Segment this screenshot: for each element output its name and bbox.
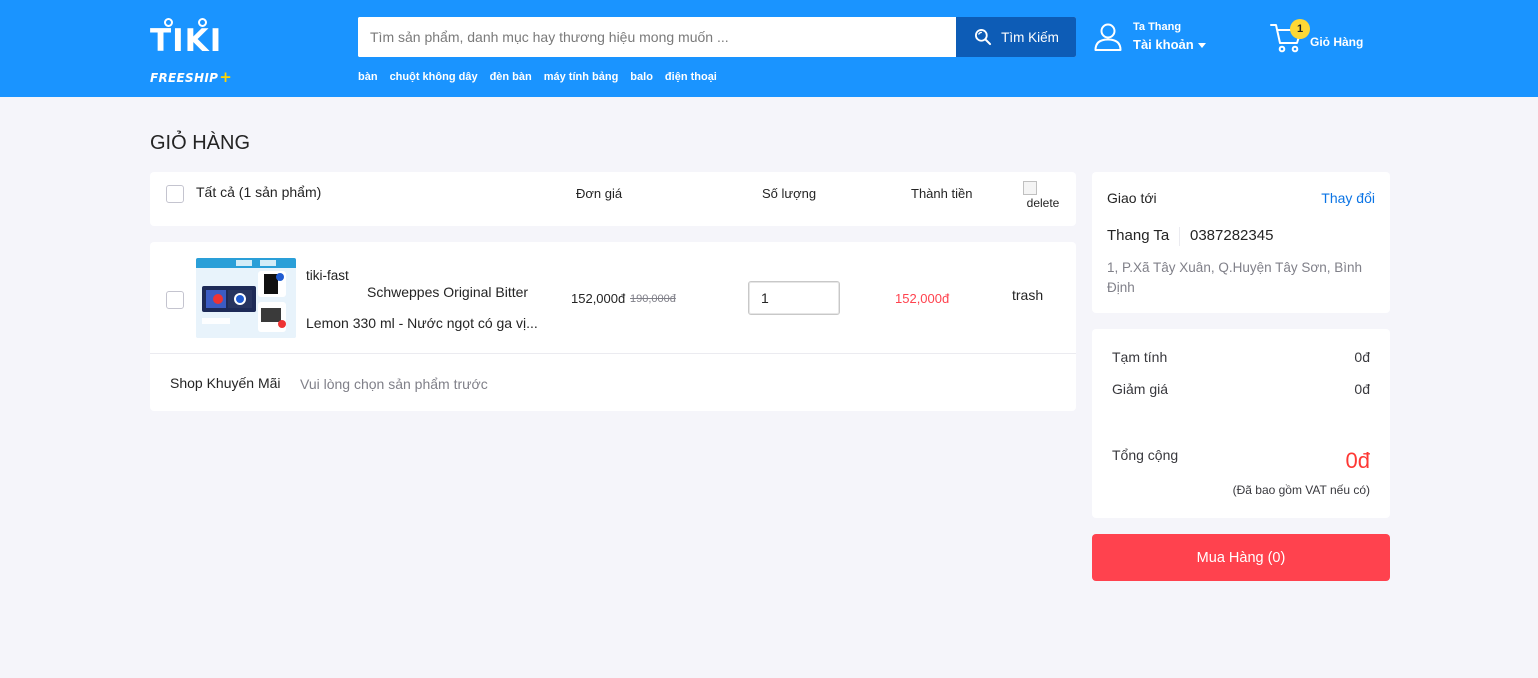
cart-button[interactable]: 1 Giỏ Hàng	[1270, 18, 1380, 58]
search-input[interactable]	[358, 17, 956, 57]
freeship-plus: +	[219, 68, 233, 86]
search-button[interactable]: Tìm Kiếm	[956, 17, 1076, 57]
discount-value: 0đ	[1354, 381, 1370, 397]
quick-link[interactable]: chuột không dây	[390, 71, 478, 83]
quick-link[interactable]: bàn	[358, 71, 378, 83]
product-image	[196, 258, 296, 338]
discount-label: Giảm giá	[1112, 381, 1169, 397]
account-menu[interactable]: Ta Thang Tài khoản	[1093, 18, 1223, 58]
logo-text: TIKI	[150, 23, 223, 59]
search-bar: Tìm Kiếm	[358, 17, 1076, 57]
shop-promotion-hint: Vui lòng chọn sản phẩm trước	[300, 376, 488, 392]
column-quantity: Số lượng	[762, 186, 817, 201]
quick-link[interactable]: balo	[630, 71, 653, 83]
quick-link[interactable]: đèn bàn	[490, 71, 532, 83]
cart-count-badge: 1	[1290, 19, 1310, 39]
shipping-title: Giao tới	[1107, 190, 1157, 206]
chevron-down-icon	[1197, 43, 1206, 49]
freeship-label: FREESHIP	[150, 71, 219, 85]
trash-icon[interactable]: trash	[1012, 287, 1043, 303]
recipient-phone: 0387282345	[1190, 227, 1274, 244]
broken-image-placeholder	[1023, 181, 1037, 195]
checkout-button[interactable]: Mua Hàng (0)	[1092, 534, 1390, 581]
page-title: GIỎ HÀNG	[150, 132, 251, 154]
change-address-link[interactable]: Thay đổi	[1321, 190, 1375, 206]
quick-link[interactable]: máy tính bảng	[544, 71, 619, 83]
subtotal-value: 0đ	[1354, 349, 1370, 365]
column-line-total: Thành tiền	[911, 186, 973, 201]
cart-item-row: tiki-fast Schweppes Original Bitter Lemo…	[150, 242, 1076, 354]
account-label-text: Tài khoản	[1133, 37, 1194, 52]
vat-note: (Đã bao gồm VAT nếu có)	[1232, 483, 1370, 497]
item-line-total: 152,000đ	[895, 291, 950, 306]
cart-item-card: tiki-fast Schweppes Original Bitter Lemo…	[150, 242, 1076, 411]
product-name-link[interactable]: Schweppes Original Bitter Lemon 330 ml -…	[306, 277, 544, 339]
shop-promotion-label: Shop Khuyến Mãi	[170, 375, 281, 391]
user-icon	[1094, 23, 1122, 51]
select-all-checkbox[interactable]	[166, 185, 184, 203]
order-summary-card: Tạm tính 0đ Giảm giá 0đ Tổng cộng 0đ (Đã…	[1092, 329, 1390, 518]
delete-alt-text: delete	[1026, 196, 1060, 210]
trash-alt-text: trash	[1012, 287, 1044, 303]
account-user-name: Ta Thang	[1133, 21, 1182, 33]
column-unit-price: Đơn giá	[576, 186, 623, 201]
freeship-badge: FREESHIP+	[150, 68, 232, 86]
subtotal-label: Tạm tính	[1112, 349, 1168, 365]
divider	[1179, 227, 1180, 246]
product-name-line1: Schweppes Original Bitter	[367, 284, 529, 300]
logo-dot	[198, 18, 207, 27]
tiki-logo[interactable]: TIKI FREESHIP+	[150, 14, 240, 86]
total-label: Tổng cộng	[1112, 447, 1179, 463]
item-checkbox[interactable]	[166, 291, 184, 309]
delete-all-icon[interactable]: delete	[1023, 181, 1063, 215]
select-all-label: Tất cả (1 sản phẩm)	[196, 184, 322, 200]
search-button-label: Tìm Kiếm	[1001, 29, 1059, 45]
unit-price: 152,000đ	[571, 291, 626, 306]
recipient-name: Thang Ta	[1107, 227, 1170, 244]
shipping-address-card: Giao tới Thay đổi Thang Ta 0387282345 1,…	[1092, 172, 1390, 313]
shipping-address: 1, P.Xã Tây Xuân, Q.Huyện Tây Sơn, Bình …	[1107, 260, 1363, 295]
account-label: Tài khoản	[1133, 37, 1206, 52]
product-thumbnail[interactable]	[196, 258, 296, 338]
logo-dot	[164, 18, 173, 27]
top-header: TIKI FREESHIP+ Tìm Kiếm bàn chuột không …	[0, 0, 1538, 97]
search-icon	[975, 29, 992, 46]
quick-link[interactable]: điện thoại	[665, 71, 717, 83]
shop-promotion-row: Shop Khuyến Mãi Vui lòng chọn sản phẩm t…	[150, 355, 1076, 411]
total-value: 0đ	[1345, 448, 1370, 473]
quantity-input[interactable]	[748, 281, 840, 315]
original-price: 190,000đ	[630, 293, 676, 305]
cart-label: Giỏ Hàng	[1310, 35, 1364, 49]
product-name-line2: Lemon 330 ml - Nước ngọt có ga vị...	[306, 315, 538, 331]
cart-table-header: Tất cả (1 sản phẩm) Đơn giá Số lượng Thà…	[150, 172, 1076, 226]
quick-search-links: bàn chuột không dây đèn bàn máy tính bản…	[358, 71, 717, 83]
